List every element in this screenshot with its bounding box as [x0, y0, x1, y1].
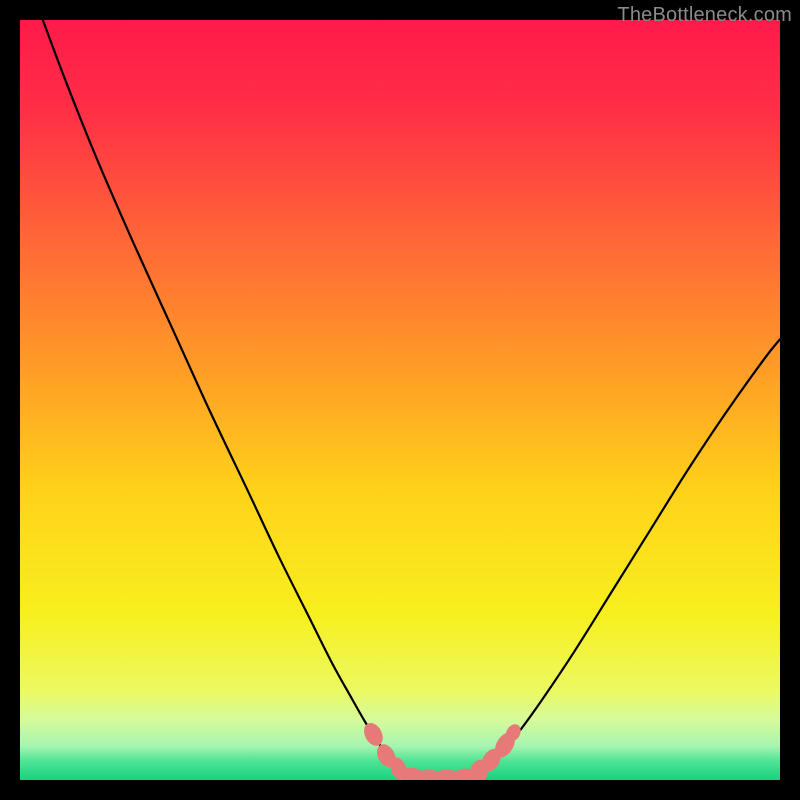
gradient-background: [20, 20, 780, 780]
bottleneck-chart: [20, 20, 780, 780]
watermark-text: TheBottleneck.com: [617, 4, 792, 27]
